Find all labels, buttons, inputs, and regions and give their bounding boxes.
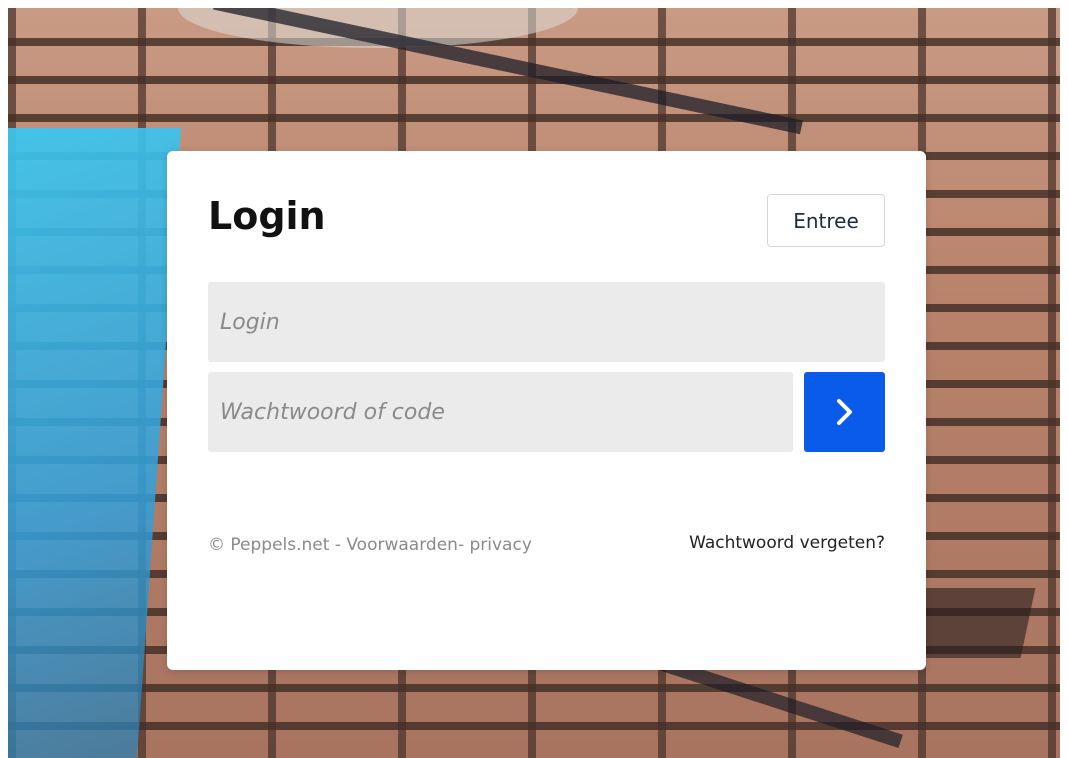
- password-input[interactable]: [208, 372, 793, 452]
- background-graffiti-blue: [8, 128, 182, 758]
- chevron-right-icon: [836, 399, 852, 425]
- terms-link[interactable]: Voorwaarden: [346, 535, 458, 555]
- forgot-password-link[interactable]: Wachtwoord vergeten?: [689, 533, 885, 553]
- submit-button[interactable]: [804, 372, 885, 452]
- login-card: Login Entree © Peppels.net - Voorwaarden…: [167, 151, 926, 670]
- footer-links: © Peppels.net - Voorwaarden- privacy: [208, 535, 532, 555]
- copyright-text: © Peppels.net -: [208, 535, 347, 555]
- page-title: Login: [208, 194, 326, 238]
- footer-separator: -: [457, 535, 470, 555]
- entree-button[interactable]: Entree: [767, 194, 885, 247]
- privacy-link[interactable]: privacy: [469, 535, 531, 555]
- login-input[interactable]: [208, 282, 885, 362]
